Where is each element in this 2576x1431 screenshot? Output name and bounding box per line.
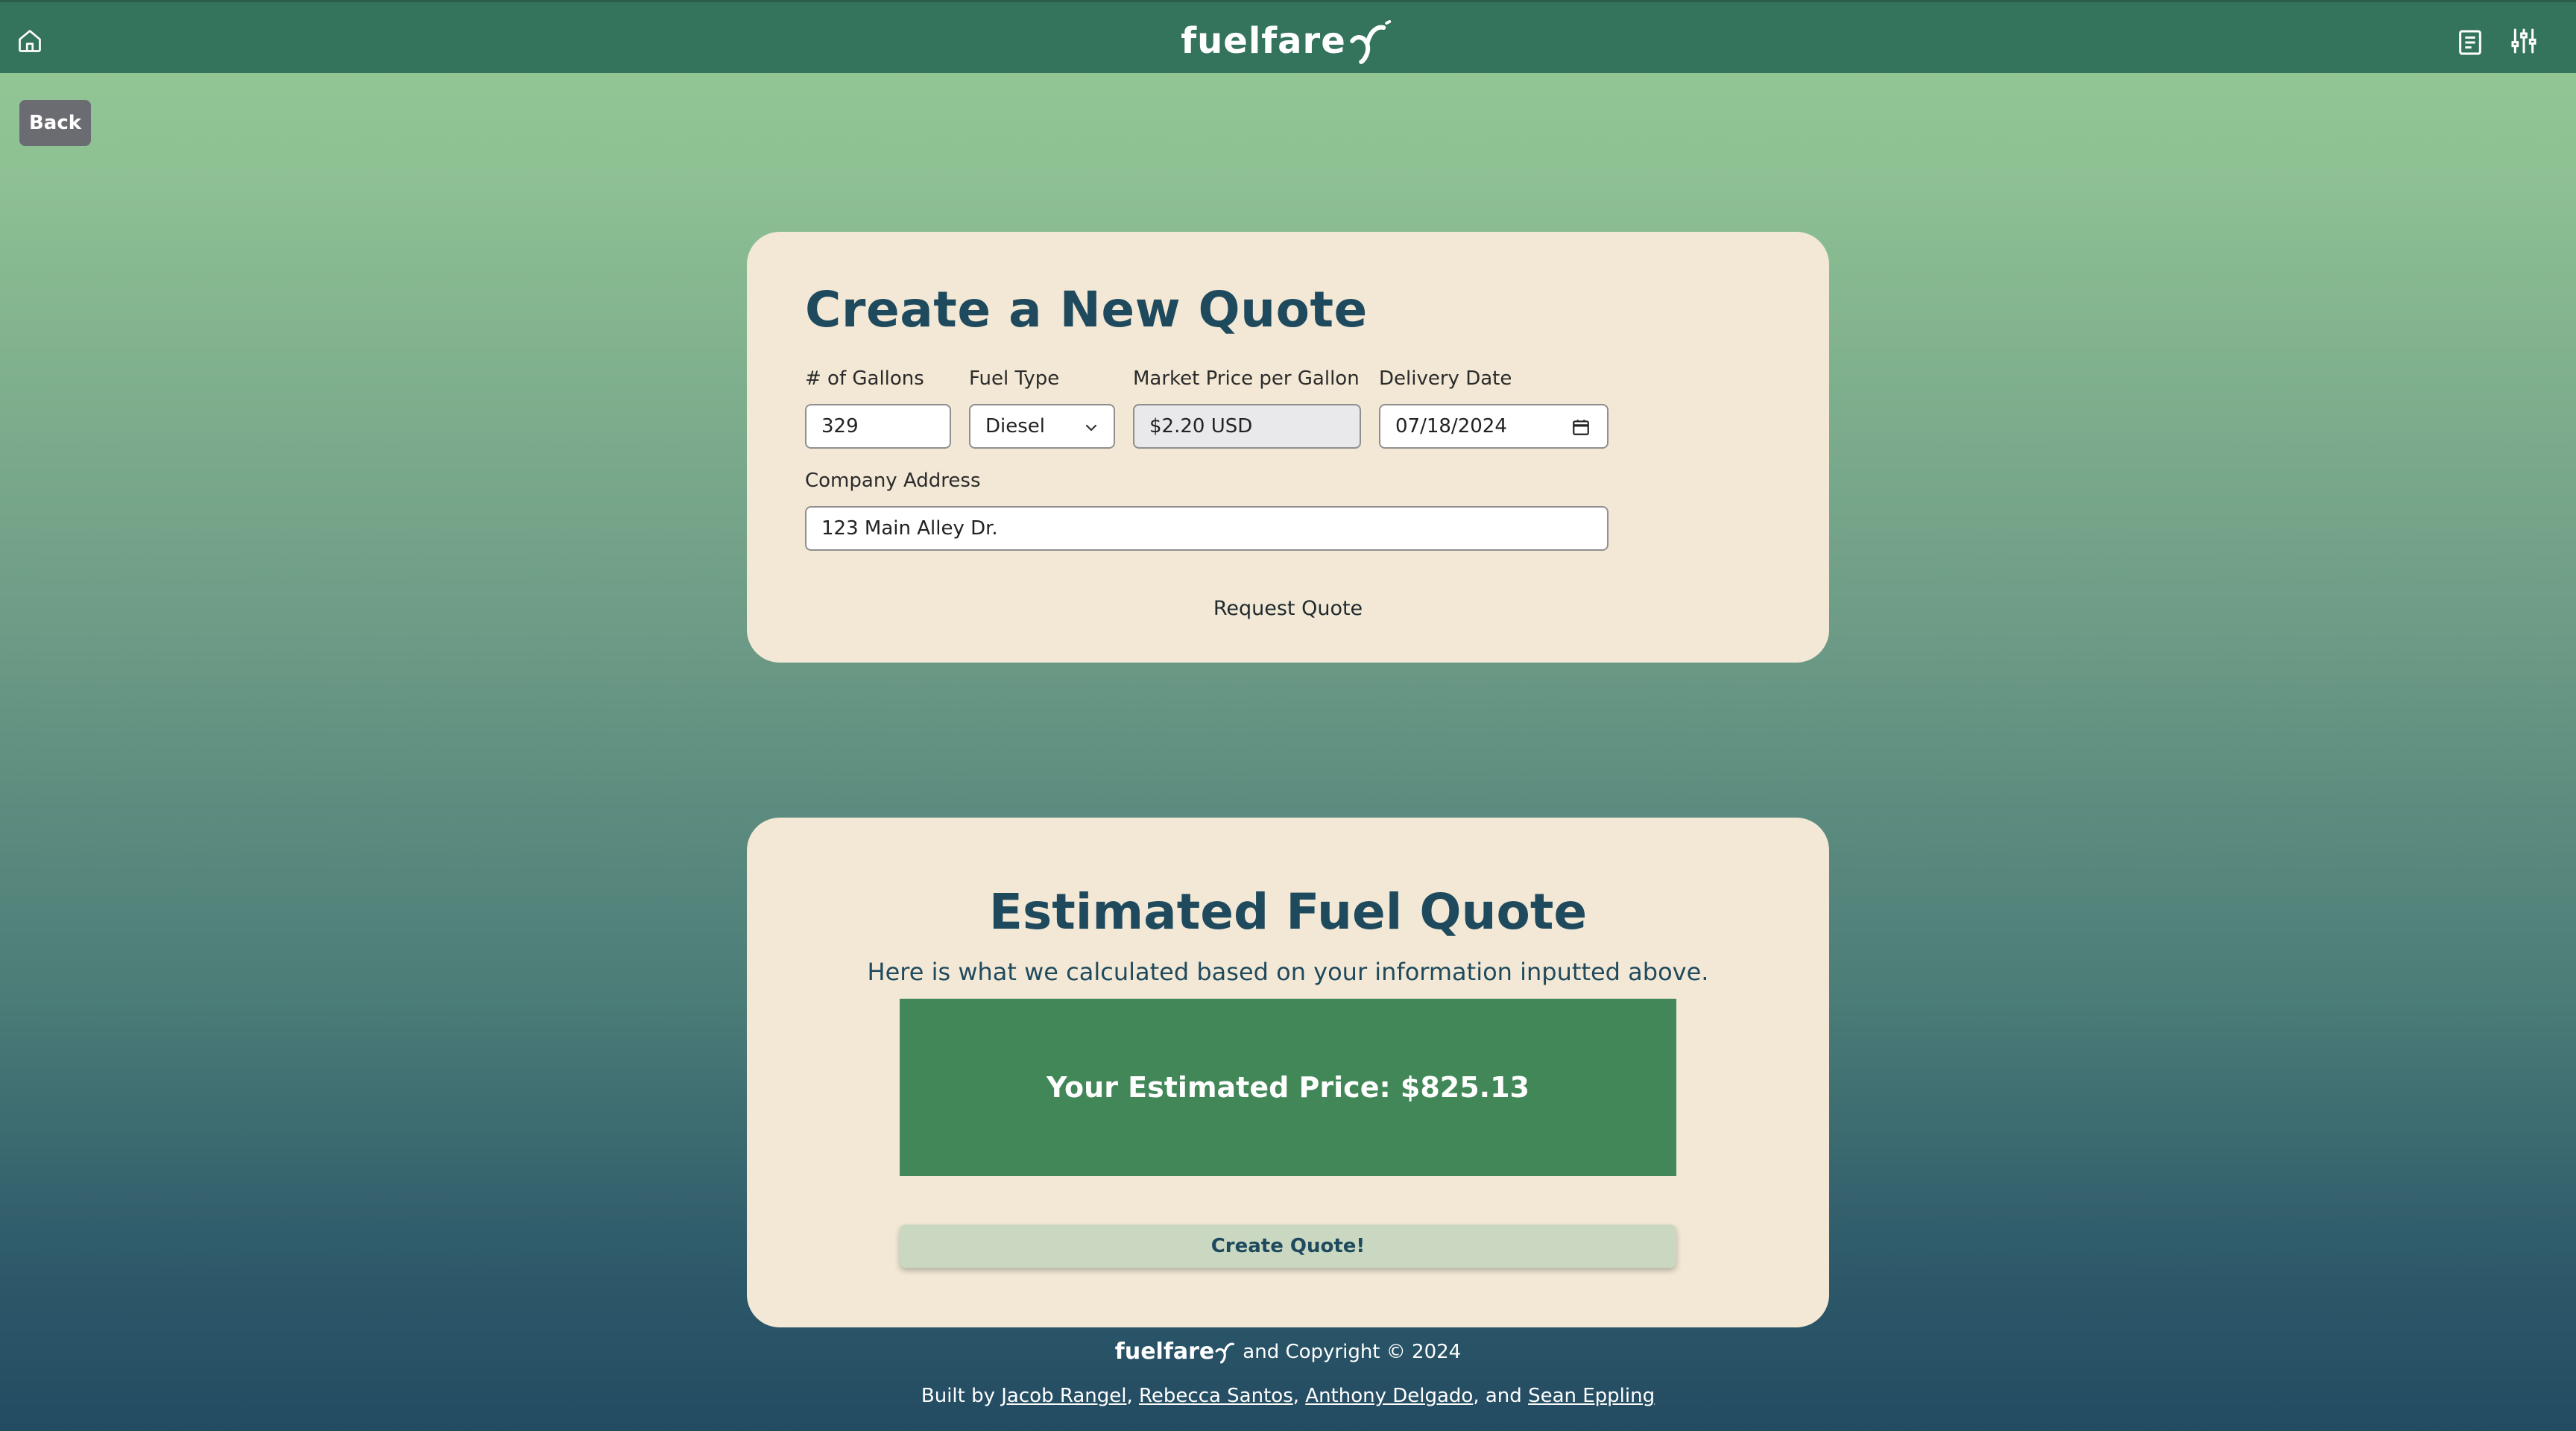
gallons-label: # of Gallons (805, 367, 924, 390)
create-quote-button[interactable]: Create Quote! (900, 1225, 1676, 1268)
delivery-date-value: 07/18/2024 (1395, 415, 1507, 437)
fuel-nozzle-icon (1349, 20, 1391, 64)
fuel-type-value: Diesel (985, 415, 1046, 437)
author-link-rebecca-santos[interactable]: Rebecca Santos (1139, 1385, 1293, 1407)
gallons-input[interactable]: 329 (805, 404, 951, 449)
market-price-field: $2.20 USD (1133, 404, 1361, 449)
fuel-type-select[interactable]: Diesel (969, 404, 1115, 449)
form-title: Create a New Quote (805, 281, 1368, 338)
address-value: 123 Main Alley Dr. (821, 517, 998, 540)
footer-brand: fuelfare (1114, 1339, 1215, 1365)
company-address-input[interactable]: 123 Main Alley Dr. (805, 506, 1609, 551)
estimated-quote-card: Estimated Fuel Quote Here is what we cal… (747, 818, 1829, 1327)
built-by-text: Built by (921, 1385, 1002, 1407)
separator: , (1292, 1385, 1306, 1407)
separator: , and (1473, 1385, 1529, 1407)
back-button[interactable]: Back (19, 100, 91, 146)
home-icon[interactable] (16, 28, 43, 54)
fuel-nozzle-icon (1215, 1342, 1235, 1363)
chevron-down-icon (1085, 424, 1097, 432)
footer-copyright: fuelfare and Copyright © 2024 (0, 1339, 2576, 1365)
brand-logo[interactable]: fuelfare (1181, 20, 1395, 65)
fuel-type-label: Fuel Type (969, 367, 1060, 390)
document-list-icon[interactable] (2455, 28, 2485, 57)
author-link-jacob-rangel[interactable]: Jacob Rangel (1001, 1385, 1126, 1407)
sliders-icon[interactable] (2509, 26, 2539, 56)
request-quote-button[interactable]: Request Quote (747, 597, 1829, 620)
estimated-price-box: Your Estimated Price: $825.13 (900, 999, 1676, 1176)
author-link-anthony-delgado[interactable]: Anthony Delgado (1305, 1385, 1473, 1407)
calendar-icon[interactable] (1571, 417, 1591, 437)
delivery-date-label: Delivery Date (1379, 367, 1512, 390)
brand-name: fuelfare (1181, 20, 1346, 62)
copyright-text: and Copyright © 2024 (1243, 1340, 1462, 1363)
result-subtitle: Here is what we calculated based on your… (867, 958, 1709, 986)
footer-credits: Built by Jacob Rangel, Rebecca Santos, A… (0, 1385, 2576, 1407)
create-quote-card: Create a New Quote # of Gallons 329 Fuel… (747, 232, 1829, 663)
result-title: Estimated Fuel Quote (988, 883, 1588, 941)
gallons-value: 329 (821, 415, 859, 437)
separator: , (1126, 1385, 1139, 1407)
author-link-sean-eppling[interactable]: Sean Eppling (1528, 1385, 1655, 1407)
market-price-value: $2.20 USD (1149, 415, 1253, 437)
estimated-price-text: Your Estimated Price: $825.13 (1046, 1071, 1530, 1104)
top-nav-bar: fuelfare (0, 0, 2576, 73)
delivery-date-input[interactable]: 07/18/2024 (1379, 404, 1609, 449)
market-price-label: Market Price per Gallon (1133, 367, 1360, 390)
address-label: Company Address (805, 470, 981, 492)
